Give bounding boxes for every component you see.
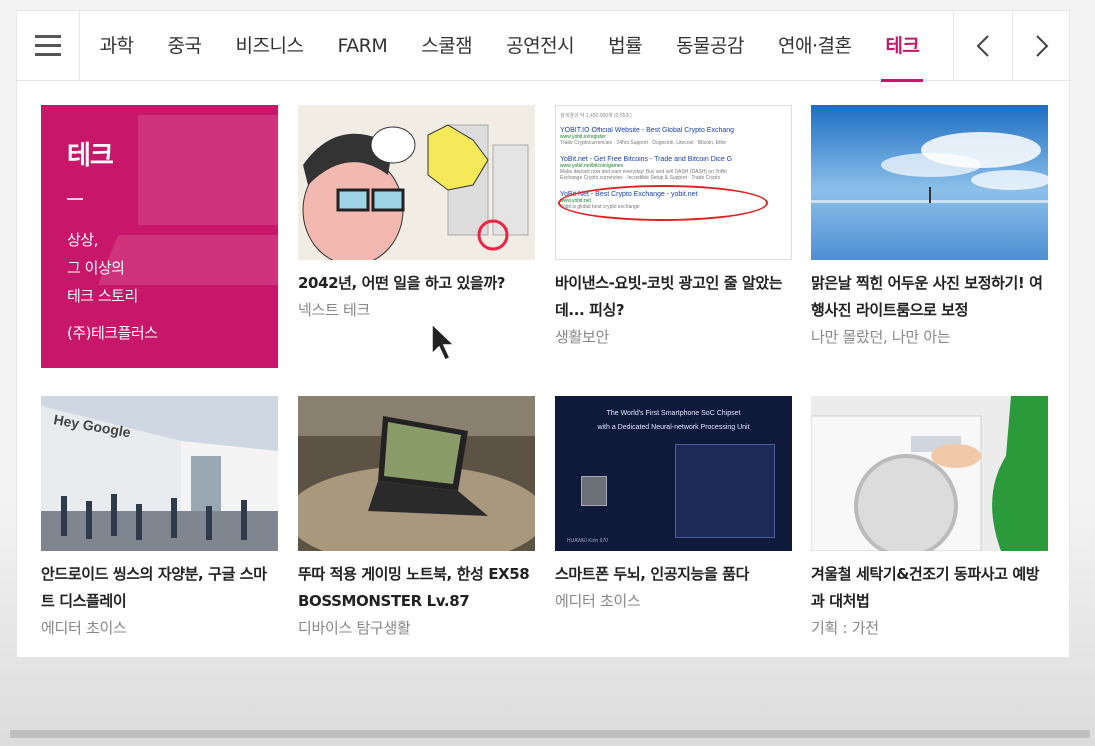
chevron-left-icon bbox=[976, 34, 990, 57]
category-tabs: 과학 중국 비즈니스 FARM 스쿨잼 공연전시 법률 동물공감 연애·결혼 테… bbox=[80, 11, 954, 82]
ad-title-2: YoBit.net - Get Free Bitcoins - Trade an… bbox=[560, 156, 733, 163]
article-title[interactable]: 안드로이드 씽스의 자양분, 구글 스마트 디스플레이 bbox=[41, 561, 278, 615]
chip-brand: HUAWEI Kirin 970 bbox=[567, 538, 608, 544]
tabs-next-button[interactable] bbox=[1012, 10, 1071, 81]
article-title[interactable]: 겨울철 세탁기&건조기 동파사고 예방과 대처법 bbox=[811, 561, 1048, 615]
article-title[interactable]: 뚜따 적용 게이밍 노트북, 한성 EX58 BOSSMONSTER Lv.87 bbox=[298, 561, 535, 615]
chip-headline-1: The World's First Smartphone SoC Chipset bbox=[606, 410, 741, 417]
article-category[interactable]: 나만 몰랐던, 나만 아는 bbox=[811, 324, 1048, 350]
article-category[interactable]: 에디터 초이스 bbox=[555, 588, 792, 614]
article-card[interactable]: 뚜따 적용 게이밍 노트북, 한성 EX58 BOSSMONSTER Lv.87… bbox=[298, 396, 535, 641]
category-navbar: 과학 중국 비즈니스 FARM 스쿨잼 공연전시 법률 동물공감 연애·결혼 테… bbox=[17, 10, 1071, 82]
washing-machine-photo bbox=[811, 396, 1048, 551]
google-booth-photo: Hey Google bbox=[41, 396, 278, 551]
tab-science[interactable]: 과학 bbox=[100, 11, 134, 81]
laptop-background-illustration bbox=[98, 115, 278, 285]
tab-dating-marriage[interactable]: 연애·결혼 bbox=[778, 11, 852, 81]
menu-icon[interactable] bbox=[17, 10, 80, 81]
tab-schooljam[interactable]: 스쿨잼 bbox=[421, 11, 472, 81]
cartoon-illustration bbox=[298, 105, 535, 260]
article-thumbnail[interactable]: 검색결과 약 1,450,000개 (0.55초) YOBIT.IO Offic… bbox=[555, 105, 792, 260]
article-card[interactable]: Hey Google 안드로이드 씽스의 자양분, 구글 스마트 디스플레이 에… bbox=[41, 396, 278, 641]
article-category[interactable]: 생활보안 bbox=[555, 324, 792, 350]
tab-business[interactable]: 비즈니스 bbox=[236, 11, 304, 81]
tab-animals[interactable]: 동물공감 bbox=[676, 11, 744, 81]
mouse-cursor-icon bbox=[431, 322, 456, 361]
article-thumbnail[interactable] bbox=[298, 396, 535, 551]
article-category[interactable]: 넥스트 테크 bbox=[298, 297, 535, 323]
tab-tech[interactable]: 테크 bbox=[881, 11, 924, 82]
article-title[interactable]: 바이낸스-요빗-코빗 광고인 줄 알았는데... 피싱? bbox=[555, 270, 792, 324]
article-card[interactable]: 2042년, 어떤 일을 하고 있을까? 넥스트 테크 bbox=[298, 105, 535, 323]
chip-image bbox=[581, 476, 607, 506]
content-panel: 과학 중국 비즈니스 FARM 스쿨잼 공연전시 법률 동물공감 연애·결혼 테… bbox=[16, 10, 1071, 658]
article-category[interactable]: 에디터 초이스 bbox=[41, 615, 278, 641]
article-category[interactable]: 디바이스 탐구생활 bbox=[298, 615, 535, 641]
article-card[interactable]: 맑은날 찍힌 어두운 사진 보정하기! 여행사진 라이트룸으로 보정 나만 몰랐… bbox=[811, 105, 1048, 350]
tab-law[interactable]: 법률 bbox=[608, 11, 642, 81]
article-card[interactable]: 검색결과 약 1,450,000개 (0.55초) YOBIT.IO Offic… bbox=[555, 105, 792, 350]
article-thumbnail[interactable] bbox=[811, 105, 1048, 260]
article-thumbnail[interactable]: The World's First Smartphone SoC Chipset… bbox=[555, 396, 792, 551]
laptop-photo bbox=[298, 396, 535, 551]
article-title[interactable]: 맑은날 찍힌 어두운 사진 보정하기! 여행사진 라이트룸으로 보정 bbox=[811, 270, 1048, 324]
ad-title-1: YOBIT.IO Official Website - Best Global … bbox=[560, 127, 735, 134]
feature-divider bbox=[67, 198, 83, 200]
article-title[interactable]: 2042년, 어떤 일을 하고 있을까? bbox=[298, 270, 535, 297]
tabs-prev-button[interactable] bbox=[953, 10, 1012, 81]
article-card[interactable]: The World's First Smartphone SoC Chipset… bbox=[555, 396, 792, 614]
chevron-right-icon bbox=[1036, 34, 1049, 57]
category-feature-tile[interactable]: 테크 상상, 그 이상의 테크 스토리 (주)테크플러스 bbox=[41, 105, 278, 368]
tab-farm[interactable]: FARM bbox=[337, 11, 387, 81]
article-thumbnail[interactable] bbox=[298, 105, 535, 260]
search-result-count: 검색결과 약 1,450,000개 (0.55초) bbox=[560, 113, 632, 119]
article-category[interactable]: 기획 : 가전 bbox=[811, 615, 1048, 641]
article-thumbnail[interactable]: Hey Google bbox=[41, 396, 278, 551]
ad-desc-2b: Exchange Crypto currencies · Incredible … bbox=[560, 175, 721, 181]
chip-diagram bbox=[675, 444, 775, 538]
tab-performance[interactable]: 공연전시 bbox=[506, 11, 574, 81]
article-card[interactable]: 겨울철 세탁기&건조기 동파사고 예방과 대처법 기획 : 가전 bbox=[811, 396, 1048, 641]
chip-headline-2: with a Dedicated Neural-network Processi… bbox=[597, 424, 750, 431]
horizontal-scrollbar[interactable] bbox=[10, 730, 1090, 738]
article-title[interactable]: 스마트폰 두뇌, 인공지능을 품다 bbox=[555, 561, 792, 588]
highlight-ellipse bbox=[558, 185, 768, 221]
article-thumbnail[interactable] bbox=[811, 396, 1048, 551]
ad-desc-1: Trade Cryptocurrencies · 24hrs Support ·… bbox=[560, 140, 727, 146]
tab-china[interactable]: 중국 bbox=[168, 11, 202, 81]
salt-flat-photo bbox=[811, 105, 1048, 260]
